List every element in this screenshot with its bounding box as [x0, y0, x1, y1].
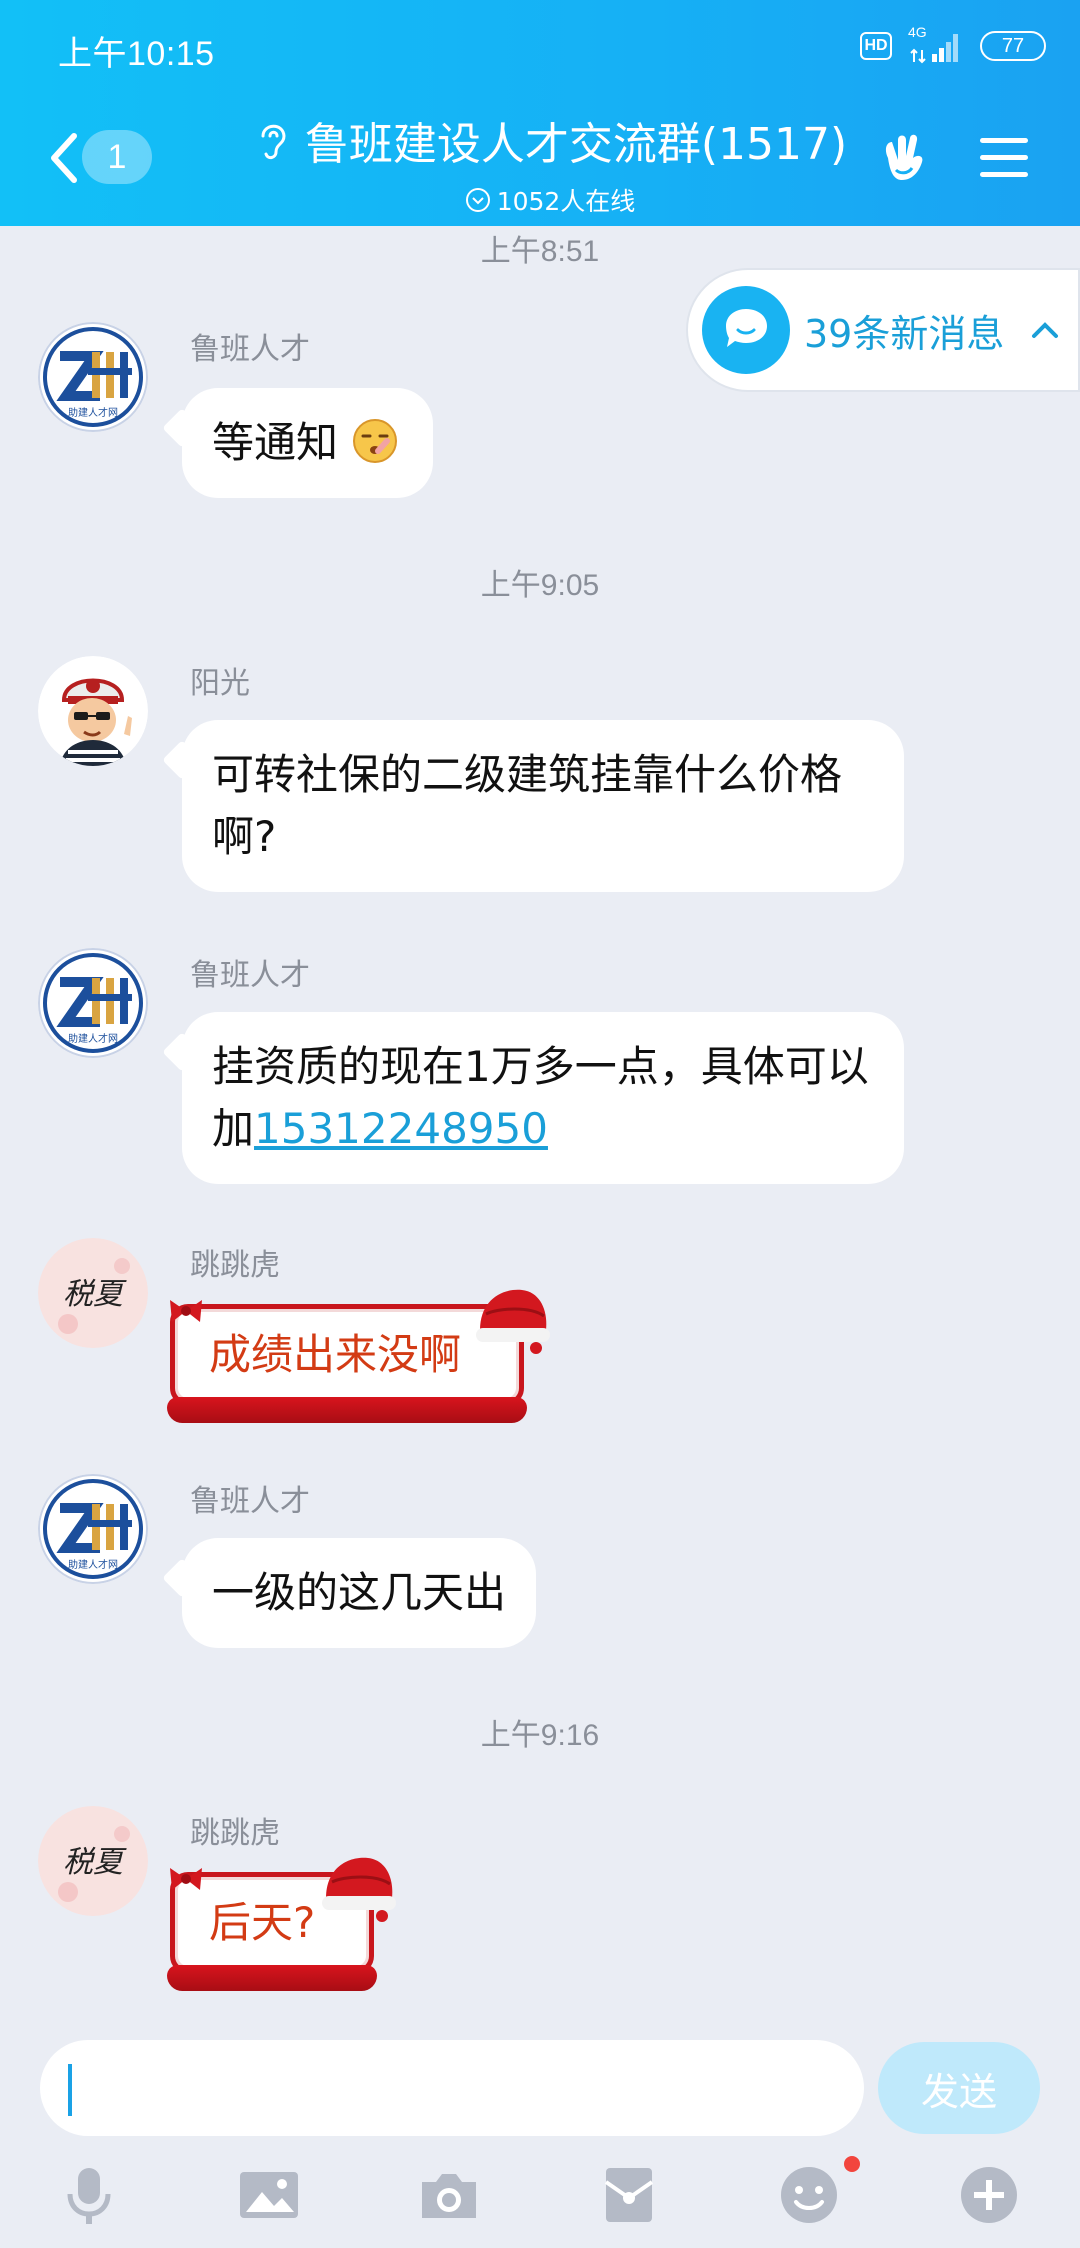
avatar-logo-text: 助建人才网 — [68, 1558, 118, 1571]
bow-icon — [170, 1868, 202, 1890]
chevron-up-icon — [1032, 322, 1059, 338]
image-icon[interactable] — [236, 2162, 302, 2228]
emoji-icon[interactable] — [776, 2162, 842, 2228]
signal-icon: 4G — [908, 24, 964, 64]
sender-name: 鲁班人才 — [190, 1484, 310, 1519]
santa-hat-icon — [476, 1289, 550, 1354]
online-status-icon — [465, 188, 490, 212]
avatar[interactable]: 税夏 — [38, 1806, 148, 1916]
avatar[interactable]: 助建人才网 — [38, 948, 148, 1058]
message-text: 一级的这几天出 — [212, 1568, 507, 1617]
sender-name: 鲁班人才 — [190, 332, 310, 367]
avatar[interactable] — [38, 656, 148, 766]
festive-message-bubble[interactable]: 后天? — [167, 1857, 396, 1991]
avatar-calligraphy-text: 税夏 — [63, 1845, 127, 1880]
avatar-logo-text: 助建人才网 — [68, 406, 118, 419]
festive-scroll-base — [167, 1965, 377, 1991]
avatar[interactable]: 助建人才网 — [38, 322, 148, 432]
festive-scroll-base — [167, 1397, 527, 1423]
hand-gesture-icon[interactable] — [876, 130, 932, 186]
message-text: 后天? — [209, 1898, 316, 1947]
sender-name: 阳光 — [190, 666, 250, 701]
festive-message-bubble[interactable]: 成绩出来没啊 — [167, 1289, 550, 1423]
sender-name: 跳跳虎 — [190, 1248, 280, 1283]
message-input[interactable] — [40, 2040, 864, 2136]
red-packet-icon[interactable] — [596, 2162, 662, 2228]
plus-icon[interactable] — [956, 2162, 1022, 2228]
hd-icon: HD — [860, 32, 892, 60]
sender-name: 跳跳虎 — [190, 1816, 280, 1851]
back-chevron-icon[interactable] — [44, 128, 84, 188]
message-bubble[interactable]: 可转社保的二级建筑挂靠什么价格啊? — [182, 720, 904, 892]
bow-icon — [170, 1300, 202, 1322]
new-messages-button[interactable]: 39条新消息 — [686, 268, 1080, 392]
timestamp-divider: 上午9:05 — [480, 569, 600, 602]
message-bubble[interactable]: 等通知 — [182, 388, 434, 498]
status-time: 上午10:15 — [58, 35, 215, 73]
send-button[interactable]: 发送 — [878, 2042, 1040, 2134]
status-icons: HD 4G 77 — [860, 24, 1046, 64]
message-text: 成绩出来没啊 — [209, 1330, 462, 1379]
online-count-text: 1052人在线 — [496, 187, 636, 216]
timestamp-divider: 上午8:51 — [480, 235, 600, 268]
phone-link[interactable]: 15312248950 — [254, 1104, 548, 1153]
text-cursor — [68, 2064, 72, 2116]
shush-emoji-icon — [353, 419, 398, 463]
microphone-icon[interactable] — [56, 2162, 122, 2228]
notification-dot — [844, 2156, 860, 2172]
avatar-calligraphy-text: 税夏 — [63, 1277, 127, 1312]
battery-icon: 77 — [980, 31, 1046, 61]
menu-icon[interactable] — [978, 134, 1030, 180]
chat-header: 上午10:15 HD 4G 77 1 鲁班建设人才交流群(1517) 1052人… — [0, 0, 1080, 226]
avatar[interactable]: 税夏 — [38, 1238, 148, 1348]
avatar[interactable]: 助建人才网 — [38, 1474, 148, 1584]
camera-icon[interactable] — [416, 2162, 482, 2228]
message-text: 等通知 — [212, 418, 339, 467]
online-count: 1052人在线 — [240, 182, 860, 218]
composer: 发送 — [0, 2030, 1080, 2140]
chat-bubble-icon — [702, 286, 790, 374]
input-toolbar — [0, 2150, 1080, 2248]
message-bubble[interactable]: 一级的这几天出 — [182, 1538, 537, 1648]
santa-hat-icon — [322, 1857, 396, 1922]
unread-badge[interactable]: 1 — [82, 130, 152, 184]
message-text: 可转社保的二级建筑挂靠什么价格啊? — [212, 750, 843, 861]
timestamp-divider: 上午9:16 — [480, 1719, 600, 1752]
message-bubble[interactable]: 挂资质的现在1万多一点，具体可以加15312248950 — [182, 1012, 904, 1184]
page-title: 鲁班建设人才交流群(1517) — [304, 119, 848, 170]
avatar-logo-text: 助建人才网 — [68, 1032, 118, 1045]
network-type: 4G — [908, 24, 927, 40]
chat-title-area[interactable]: 鲁班建设人才交流群(1517) 1052人在线 — [240, 108, 860, 218]
ear-icon — [261, 124, 286, 160]
sender-name: 鲁班人才 — [190, 958, 310, 993]
new-messages-label: 39条新消息 — [804, 311, 1005, 356]
